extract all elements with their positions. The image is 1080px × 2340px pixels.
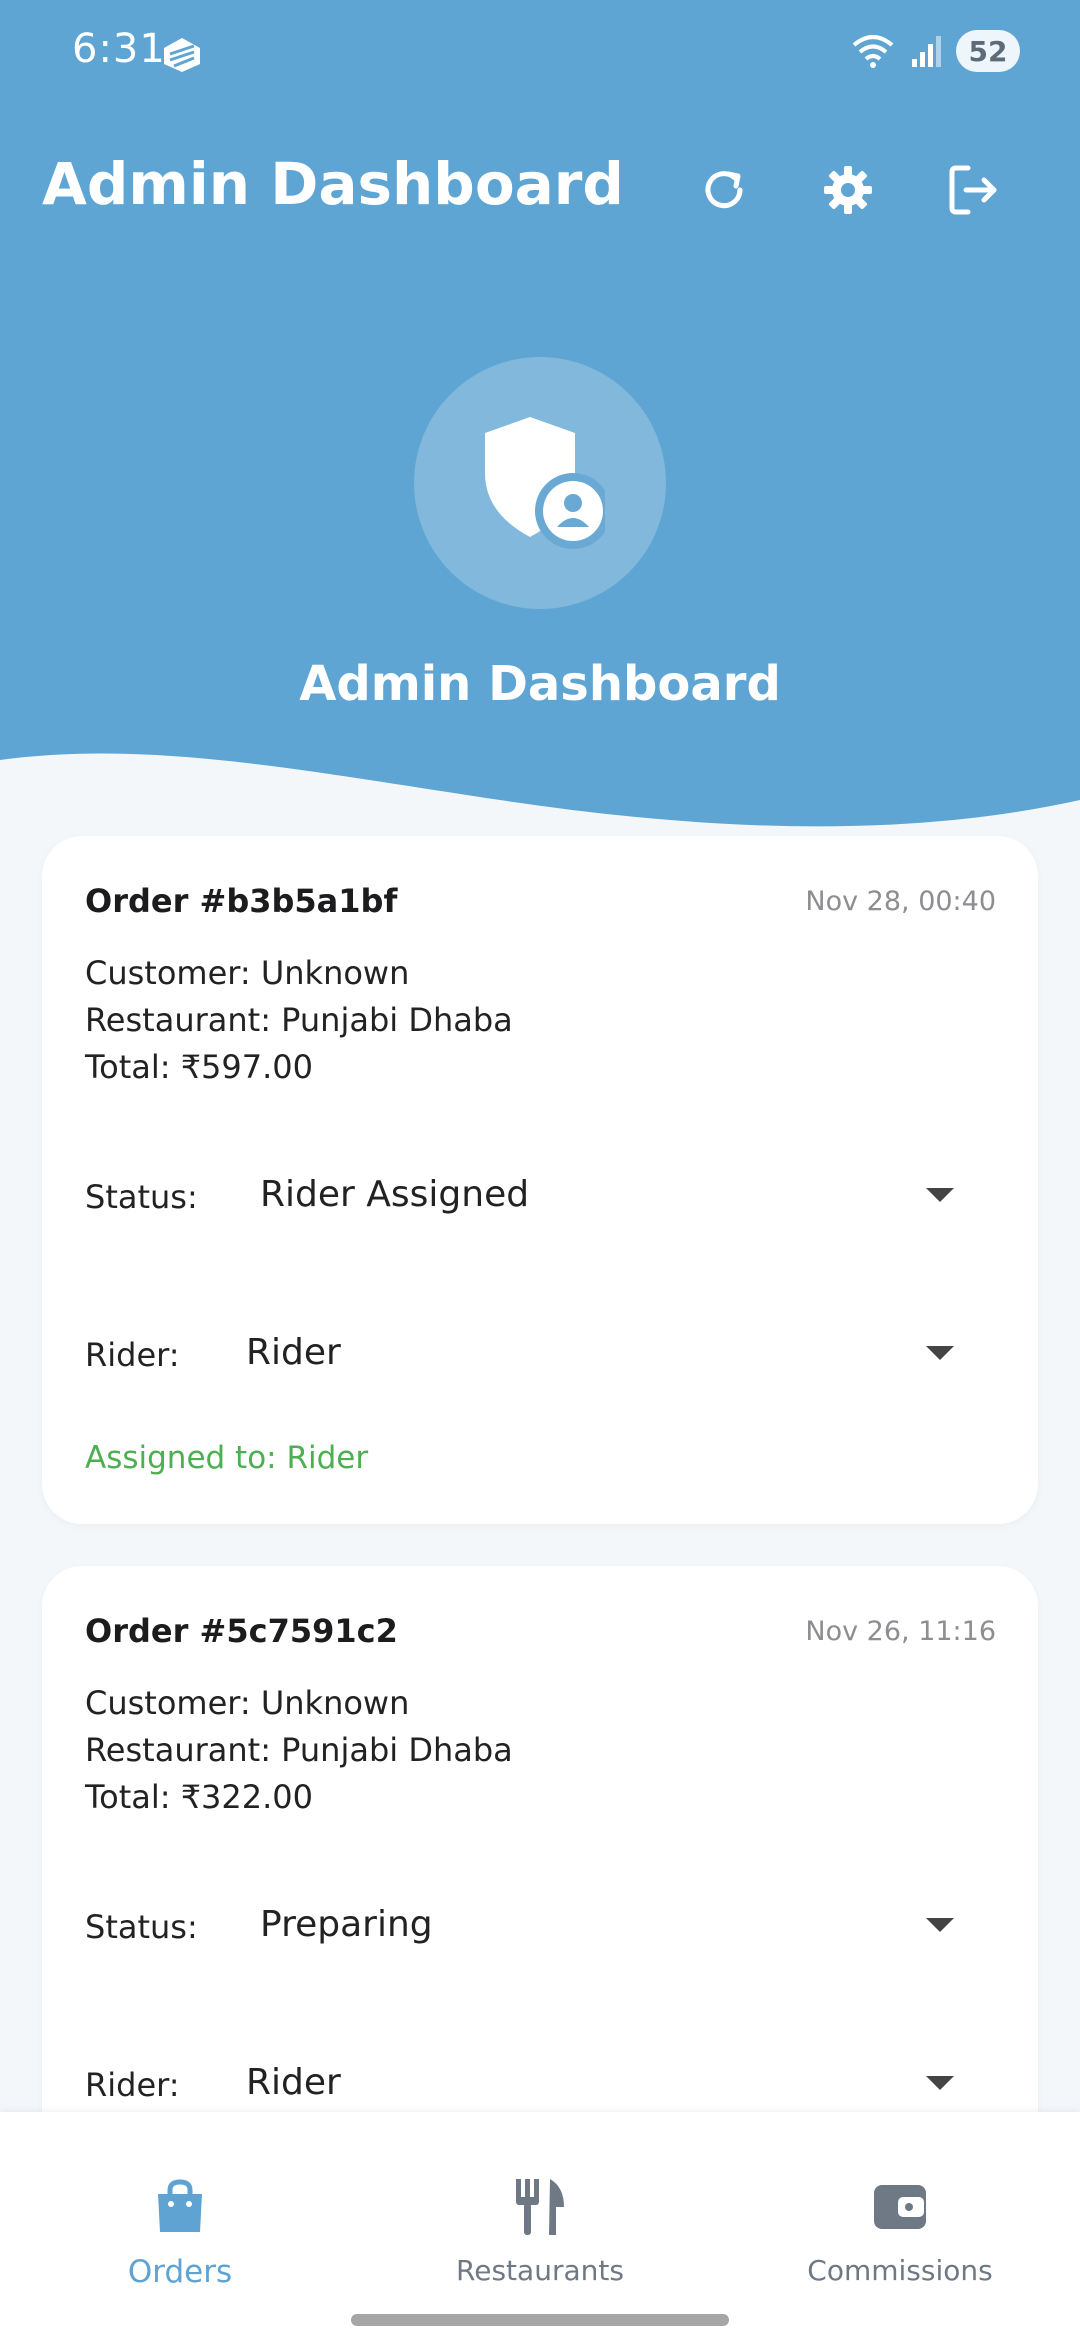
admin-dashboard-screen: 6:31 52 Admin Dashboard Admin Dashboard … (0, 0, 1080, 2340)
status-time: 6:31 (72, 26, 166, 72)
shopping-bag-icon (145, 2172, 215, 2242)
nav-label-orders: Orders (127, 2254, 233, 2290)
nav-label-commissions: Commissions (807, 2254, 993, 2287)
wallet-icon (865, 2172, 935, 2242)
admin-shield-icon (485, 417, 605, 549)
status-label: Status: (85, 1178, 198, 1216)
order-id: Order #5c7591c2 (85, 1612, 398, 1650)
notification-app-icon (164, 38, 200, 72)
order-restaurant: Restaurant: Punjabi Dhaba (85, 1001, 513, 1039)
order-restaurant: Restaurant: Punjabi Dhaba (85, 1731, 513, 1769)
rider-dropdown-value: Rider (246, 1331, 341, 1373)
rider-dropdown-value: Rider (246, 2061, 341, 2103)
order-total: Total: ₹322.00 (85, 1778, 314, 1816)
order-customer: Customer: Unknown (85, 1684, 410, 1722)
battery-indicator: 52 (956, 30, 1020, 72)
chevron-down-icon (926, 1918, 954, 1932)
status-indicators: 52 (850, 30, 1020, 72)
rider-label: Rider: (85, 1336, 180, 1374)
wifi-icon (852, 35, 894, 68)
chevron-down-icon (926, 1346, 954, 1360)
fork-knife-icon (505, 2172, 575, 2242)
nav-tab-restaurants[interactable]: Restaurants (360, 2112, 720, 2312)
gear-icon (824, 166, 872, 214)
order-date: Nov 26, 11:16 (805, 1616, 996, 1647)
signal-icon (912, 36, 941, 67)
refresh-button[interactable] (686, 152, 762, 228)
chevron-down-icon (926, 2076, 954, 2090)
home-indicator[interactable] (351, 2314, 729, 2326)
status-dropdown-value: Preparing (260, 1903, 433, 1945)
app-bar-title: Admin Dashboard (42, 150, 624, 218)
nav-label-restaurants: Restaurants (456, 2254, 624, 2287)
order-date: Nov 28, 00:40 (805, 886, 996, 917)
logout-icon (949, 165, 997, 215)
nav-tab-orders[interactable]: Orders (0, 2112, 360, 2312)
order-id: Order #b3b5a1bf (85, 882, 398, 920)
chevron-down-icon (926, 1188, 954, 1202)
rider-dropdown[interactable]: Rider (246, 1312, 954, 1392)
status-dropdown[interactable]: Preparing (260, 1884, 954, 1964)
refresh-icon (705, 171, 743, 209)
order-total: Total: ₹597.00 (85, 1048, 314, 1086)
order-customer: Customer: Unknown (85, 954, 410, 992)
rider-label: Rider: (85, 2066, 180, 2104)
status-label: Status: (85, 1908, 198, 1946)
status-dropdown-value: Rider Assigned (260, 1173, 530, 1215)
order-card[interactable]: Order #b3b5a1bf Nov 28, 00:40 Customer: … (42, 836, 1038, 1524)
assigned-rider-text: Assigned to: Rider (85, 1440, 369, 1476)
hero-title: Admin Dashboard (299, 656, 781, 712)
rider-dropdown[interactable]: Rider (246, 2042, 954, 2122)
status-bar: 6:31 52 (0, 0, 1080, 110)
settings-button[interactable] (810, 152, 886, 228)
logout-button[interactable] (936, 152, 1012, 228)
app-bar: Admin Dashboard (0, 130, 1080, 250)
status-dropdown[interactable]: Rider Assigned (260, 1154, 954, 1234)
bottom-navigation: Orders Restaurants Commissions (0, 2112, 1080, 2340)
nav-tab-commissions[interactable]: Commissions (720, 2112, 1080, 2312)
admin-avatar-circle (414, 357, 666, 609)
